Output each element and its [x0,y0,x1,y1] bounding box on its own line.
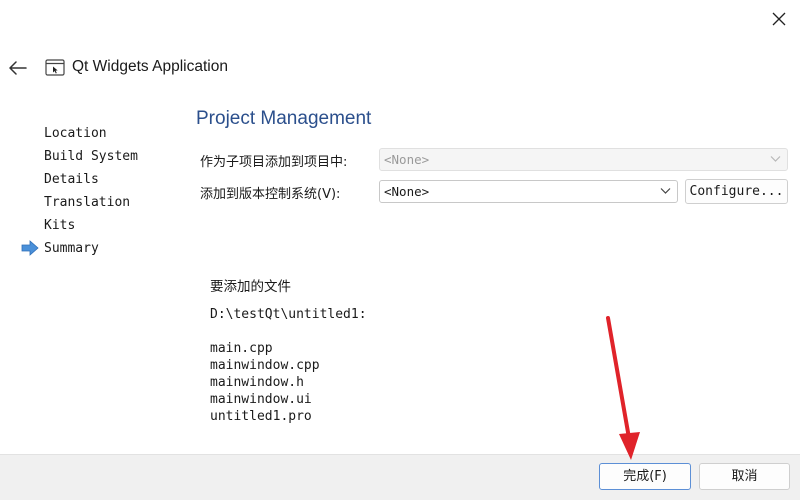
application-window-icon [45,59,65,76]
close-button[interactable] [762,4,796,34]
step-summary: Summary [44,241,99,256]
wizard-steps: Location Build System Details Translatio… [44,125,138,263]
vcs-value: <None> [384,184,430,199]
add-to-project-combo: <None> [379,148,788,171]
vcs-combo[interactable]: <None> [379,180,678,203]
step-build-system: Build System [44,149,138,164]
step-translation: Translation [44,195,131,210]
vcs-label: 添加到版本控制系统(V): [200,187,341,202]
wizard-window: Qt Widgets Application Location Build Sy… [0,0,800,500]
step-kits: Kits [44,218,76,233]
configure-button[interactable]: Configure... [685,179,788,204]
file-item: mainwindow.h [210,375,304,390]
current-step-arrow-icon [21,240,39,256]
add-to-project-value: <None> [384,152,430,167]
cancel-button[interactable]: 取消 [699,463,790,490]
close-icon [772,12,786,26]
files-heading: 要添加的文件 [210,279,291,295]
files-list-block: D:\testQt\untitled1: main.cpp mainwindow… [210,306,367,425]
back-arrow-icon [9,61,27,75]
add-to-project-label: 作为子项目添加到项目中: [200,155,348,170]
step-details: Details [44,172,99,187]
chevron-down-icon [660,188,671,194]
file-item: mainwindow.cpp [210,358,320,373]
wizard-title: Qt Widgets Application [72,58,228,75]
file-item: untitled1.pro [210,409,312,424]
files-list: main.cpp mainwindow.cpp mainwindow.h mai… [210,340,367,425]
annotation-arrow-icon [606,316,640,460]
file-item: main.cpp [210,341,273,356]
file-item: mainwindow.ui [210,392,312,407]
chevron-down-icon [770,156,781,162]
step-location: Location [44,126,107,141]
back-button[interactable] [4,54,32,82]
files-directory: D:\testQt\untitled1: [210,307,367,322]
finish-button[interactable]: 完成(F) [599,463,691,490]
section-title: Project Management [196,108,372,129]
